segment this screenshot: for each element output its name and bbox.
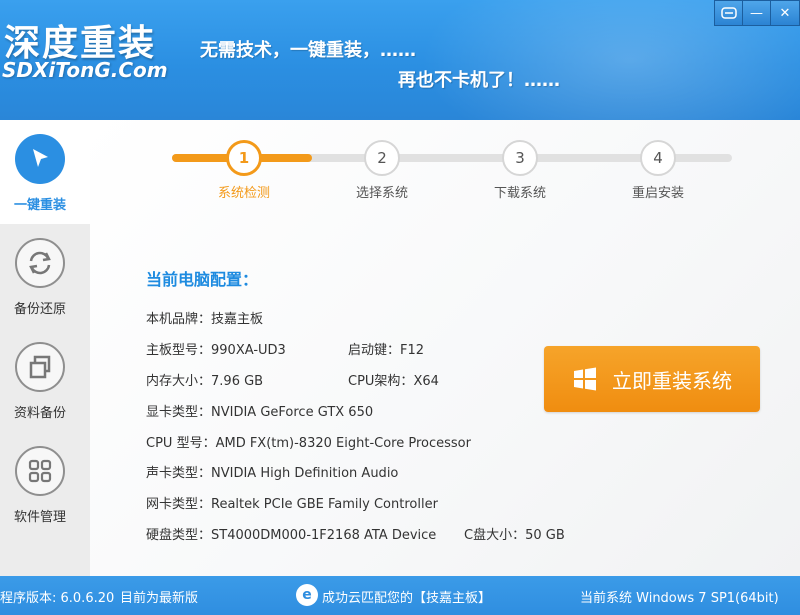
copy-icon [15, 342, 65, 392]
sidebar-item-backup-restore[interactable]: 备份还原 [0, 224, 90, 328]
sidebar-item-label: 备份还原 [13, 302, 66, 317]
main-panel: 1 2 3 4 系统检测 选择系统 下载系统 重启安装 当前电脑配置： 本机品牌… [90, 120, 800, 576]
info-cpu-arch: CPU架构：X64 [348, 370, 439, 389]
step-3-circle: 3 [502, 140, 538, 176]
info-memory: 内存大小：7.96 GB [146, 370, 263, 389]
info-value: 50 GB [525, 528, 565, 543]
info-key: 硬盘类型： [146, 528, 212, 543]
info-key: 本机品牌： [146, 312, 212, 327]
reinstall-now-label: 立即重装系统 [612, 368, 732, 393]
window-controls: — ✕ [714, 0, 800, 26]
ie-cloud-icon: e [296, 584, 318, 606]
info-key: 主板型号： [146, 343, 212, 358]
info-value: F12 [400, 343, 425, 358]
info-key: 显卡类型： [146, 405, 212, 420]
cursor-icon [15, 134, 65, 184]
step-1-circle: 1 [226, 140, 262, 176]
info-value: NVIDIA High Definition Audio [211, 466, 399, 481]
slogan-line-1: 无需技术，一键重装，…… [200, 40, 416, 61]
info-key: CPU 型号： [146, 436, 216, 451]
version-status: 目前为最新版 [120, 591, 199, 606]
step-2-label: 选择系统 [355, 186, 408, 201]
info-value: ST4000DM000-1F2168 ATA Device [211, 528, 437, 543]
info-key: C盘大小： [464, 528, 526, 543]
step-2-circle: 2 [364, 140, 400, 176]
slogan-line-2: 再也不卡机了！…… [398, 70, 560, 91]
info-network: 网卡类型：Realtek PCIe GBE Family Controller [146, 493, 438, 512]
sidebar: 一键重装 备份还原 资料备份 软件管理 [0, 120, 90, 576]
config-title: 当前电脑配置： [146, 270, 259, 289]
info-value: AMD FX(tm)-8320 Eight-Core Processor [215, 436, 471, 451]
info-board: 主板型号：990XA-UD3 [146, 339, 286, 358]
feedback-button[interactable] [715, 1, 743, 25]
info-cpu: CPU 型号：AMD FX(tm)-8320 Eight-Core Proces… [146, 432, 471, 451]
status-bar: 程序版本: 6.0.6.20 目前为最新版 e 成功云匹配您的【技嘉主板】 当前… [0, 576, 800, 615]
step-4-label: 重启安装 [631, 186, 684, 201]
sidebar-item-label: 资料备份 [13, 406, 66, 421]
chat-icon [720, 7, 737, 19]
cloud-match-status: 成功云匹配您的【技嘉主板】 [322, 591, 492, 606]
info-value: 990XA-UD3 [211, 343, 286, 358]
info-value: X64 [413, 374, 439, 389]
minimize-button[interactable]: — [743, 1, 771, 25]
step-3-label: 下载系统 [493, 186, 546, 201]
info-brand: 本机品牌：技嘉主板 [146, 308, 263, 327]
info-gpu: 显卡类型：NVIDIA GeForce GTX 650 [146, 401, 373, 420]
info-audio: 声卡类型：NVIDIA High Definition Audio [146, 462, 398, 481]
header-banner: 深度重装 SDXiTonG.Com 无需技术，一键重装，…… 再也不卡机了！…… [0, 0, 800, 120]
info-c-drive: C盘大小：50 GB [464, 524, 565, 543]
close-button[interactable]: ✕ [771, 1, 799, 25]
grid-icon [15, 446, 65, 496]
info-boot-key: 启动键：F12 [348, 339, 424, 358]
sidebar-item-one-key-reinstall[interactable]: 一键重装 [0, 120, 90, 224]
step-1-label: 系统检测 [217, 186, 270, 201]
sidebar-item-software-manage[interactable]: 软件管理 [0, 432, 90, 536]
program-version: 程序版本: 6.0.6.20 [0, 591, 115, 606]
refresh-icon [15, 238, 65, 288]
info-key: 内存大小： [146, 374, 212, 389]
info-value: 技嘉主板 [211, 312, 264, 327]
step-4-circle: 4 [640, 140, 676, 176]
reinstall-now-button[interactable]: 立即重装系统 [544, 346, 760, 412]
info-key: CPU架构： [348, 374, 414, 389]
sidebar-item-data-backup[interactable]: 资料备份 [0, 328, 90, 432]
info-key: 声卡类型： [146, 466, 212, 481]
info-key: 网卡类型： [146, 497, 212, 512]
windows-logo-icon [574, 367, 596, 391]
info-value: Realtek PCIe GBE Family Controller [211, 497, 438, 512]
sidebar-item-label: 一键重装 [13, 198, 66, 213]
current-system: 当前系统 Windows 7 SP1(64bit) [580, 591, 779, 606]
logo-english: SDXiTonG.Com [2, 58, 168, 82]
info-value: NVIDIA GeForce GTX 650 [211, 405, 374, 420]
sidebar-item-label: 软件管理 [13, 510, 66, 525]
info-disk: 硬盘类型：ST4000DM000-1F2168 ATA Device [146, 524, 436, 543]
info-value: 7.96 GB [211, 374, 264, 389]
info-key: 启动键： [348, 343, 401, 358]
